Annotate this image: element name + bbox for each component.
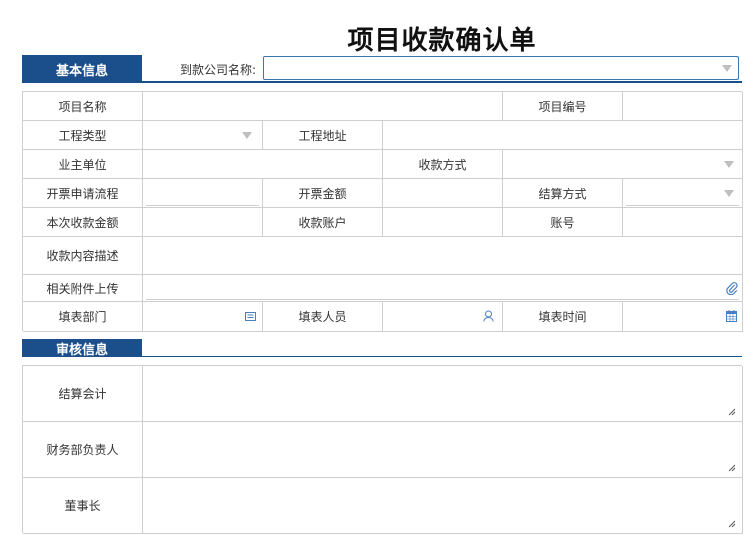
company-select[interactable]	[263, 56, 739, 80]
filler-input[interactable]	[383, 302, 503, 332]
receive-account-input[interactable]	[383, 208, 503, 237]
settle-method-select[interactable]	[623, 179, 743, 208]
review-info-divider	[142, 356, 742, 357]
fill-time-label: 填表时间	[503, 302, 623, 332]
content-desc-input[interactable]	[143, 237, 743, 275]
owner-unit-label: 业主单位	[23, 150, 143, 179]
user-icon[interactable]	[483, 310, 494, 322]
attachment-label: 相关附件上传	[23, 275, 143, 302]
review-accountant-textarea[interactable]	[143, 366, 743, 422]
account-no-label: 账号	[503, 208, 623, 237]
page-title: 项目收款确认单	[347, 26, 537, 56]
project-no-input[interactable]	[623, 92, 743, 121]
receive-account-label: 收款账户	[263, 208, 383, 237]
review-chairman-textarea[interactable]	[143, 478, 743, 534]
resize-handle-icon[interactable]	[728, 520, 736, 528]
chevron-down-icon	[722, 65, 732, 72]
invoice-flow-input[interactable]	[143, 179, 263, 208]
review-finance-head-textarea[interactable]	[143, 422, 743, 478]
project-address-label: 工程地址	[263, 121, 383, 150]
project-name-label: 项目名称	[23, 92, 143, 121]
invoice-amount-input[interactable]	[383, 179, 503, 208]
project-type-select[interactable]	[143, 121, 263, 150]
invoice-flow-label: 开票申请流程	[23, 179, 143, 208]
account-no-input[interactable]	[623, 208, 743, 237]
this-amount-label: 本次收款金额	[23, 208, 143, 237]
resize-handle-icon[interactable]	[728, 464, 736, 472]
chevron-down-icon	[724, 190, 734, 197]
company-label: 到款公司名称:	[180, 63, 257, 77]
project-no-label: 项目编号	[503, 92, 623, 121]
review-chairman-label: 董事长	[23, 478, 143, 534]
dept-input[interactable]	[143, 302, 263, 332]
review-accountant-label: 结算会计	[23, 366, 143, 422]
settle-method-label: 结算方式	[503, 179, 623, 208]
basic-info-divider	[142, 81, 742, 83]
chevron-down-icon	[242, 132, 252, 139]
project-name-input[interactable]	[143, 92, 503, 121]
basic-info-tab: 基本信息	[22, 55, 142, 83]
owner-unit-input[interactable]	[143, 150, 383, 179]
payment-method-select[interactable]	[503, 150, 743, 179]
payment-method-label: 收款方式	[383, 150, 503, 179]
dept-label: 填表部门	[23, 302, 143, 332]
chevron-down-icon	[724, 161, 734, 168]
review-finance-head-label: 财务部负责人	[23, 422, 143, 478]
paperclip-icon[interactable]	[726, 281, 738, 295]
invoice-amount-label: 开票金额	[263, 179, 383, 208]
this-amount-input[interactable]	[143, 208, 263, 237]
project-address-input[interactable]	[383, 121, 743, 150]
content-desc-label: 收款内容描述	[23, 237, 143, 275]
project-type-label: 工程类型	[23, 121, 143, 150]
org-card-icon[interactable]	[245, 312, 256, 321]
fill-time-input[interactable]	[623, 302, 743, 332]
basic-info-form: 项目名称 项目编号 工程类型 工程地址 业主单位 收款方式 开票申请流程 开票金…	[22, 91, 743, 332]
attachment-upload[interactable]	[143, 275, 743, 302]
review-form: 结算会计 财务部负责人 董事长	[22, 365, 743, 534]
review-info-tab: 审核信息	[22, 339, 142, 358]
resize-handle-icon[interactable]	[728, 408, 736, 416]
calendar-icon[interactable]	[726, 310, 737, 322]
filler-label: 填表人员	[263, 302, 383, 332]
